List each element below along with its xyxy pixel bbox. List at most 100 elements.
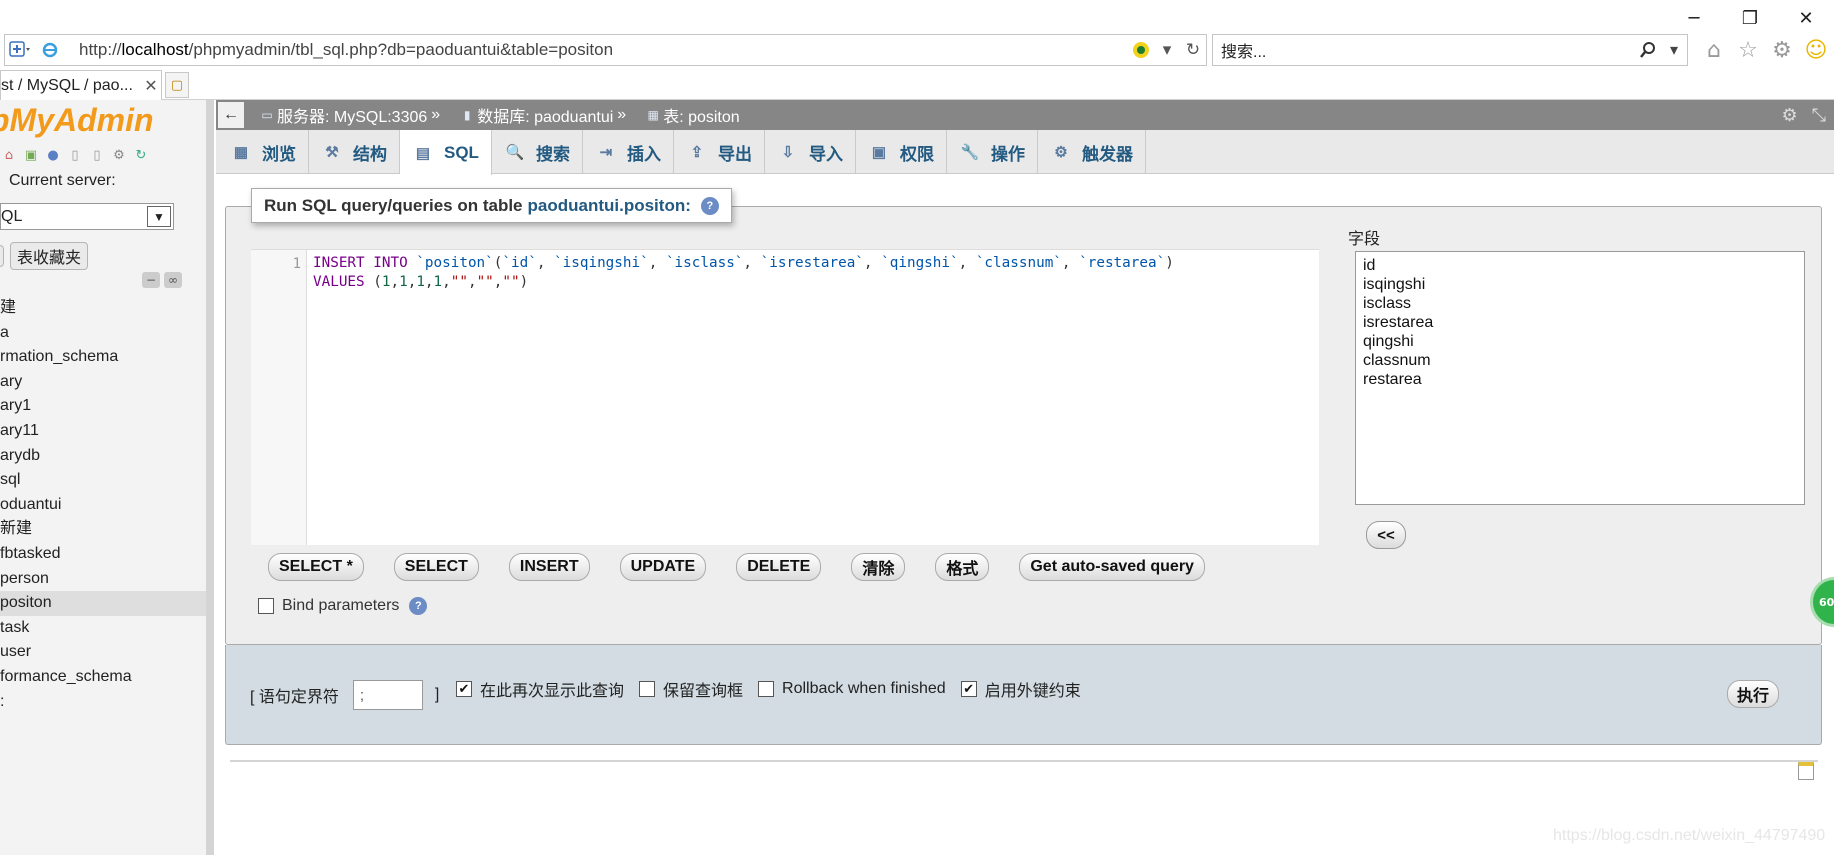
field-option[interactable]: isrestarea xyxy=(1363,313,1797,332)
query-button-0[interactable]: SELECT * xyxy=(268,553,364,581)
tab-7[interactable]: ▣ 权限 xyxy=(856,130,947,174)
database-tree-item[interactable]: a xyxy=(0,321,206,346)
phpmyadmin-logo[interactable]: pMyAdmin xyxy=(0,102,154,139)
collapse-all-icon[interactable]: − xyxy=(142,272,160,288)
database-tree-item[interactable]: formance_schema xyxy=(0,665,206,690)
query-button-6[interactable]: 格式 xyxy=(935,553,990,581)
option-checkbox[interactable] xyxy=(639,681,656,697)
tab-8[interactable]: 🔧 操作 xyxy=(947,130,1038,174)
tab-close-icon[interactable]: ✕ xyxy=(141,76,161,96)
nav-icon-bar: ⌂ ▣ ● ▯ ▯ ⚙ ↻ xyxy=(0,146,150,164)
query-button-3[interactable]: UPDATE xyxy=(619,553,707,581)
smiley-feedback-icon[interactable]: ☺ xyxy=(1802,36,1830,64)
sql-code[interactable]: INSERT INTO `positon`(`id`, `isqingshi`,… xyxy=(313,254,1174,292)
help-icon[interactable]: ? xyxy=(700,196,719,215)
home-icon[interactable]: ⌂ xyxy=(0,146,18,164)
search-icon[interactable] xyxy=(1635,41,1661,59)
query-button-4[interactable]: DELETE xyxy=(736,553,822,581)
query-button-1[interactable]: SELECT xyxy=(393,553,479,581)
database-tree-item[interactable]: rmation_schema xyxy=(0,345,206,370)
query-button-2[interactable]: INSERT xyxy=(508,553,590,581)
link-icon[interactable]: ∞ xyxy=(164,272,182,288)
tab-6[interactable]: ⇩ 导入 xyxy=(765,130,856,174)
new-tab-button[interactable]: ▢ xyxy=(165,72,189,98)
settings-icon[interactable]: ⚙ xyxy=(110,146,128,164)
url-text[interactable]: http://localhost/phpmyadmin/tbl_sql.php?… xyxy=(79,40,1128,60)
tab-3[interactable]: 🔍 搜索 xyxy=(492,130,583,174)
restore-button[interactable]: ❐ xyxy=(1722,0,1778,36)
fields-listbox[interactable]: id isqingshi isclass isrestarea qingshi class… xyxy=(1355,251,1805,505)
console-icon[interactable] xyxy=(1798,762,1814,780)
tab-1[interactable]: ⚒ 结构 xyxy=(309,130,400,174)
breadcrumb-server[interactable]: ▭ 服务器: MySQL:3306 xyxy=(258,103,427,127)
gear-icon[interactable]: ⚙ xyxy=(1768,36,1796,64)
help-icon[interactable]: ● xyxy=(44,146,62,164)
sql-editor[interactable]: 1 INSERT INTO `positon`(`id`, `isqingshi… xyxy=(251,249,1319,545)
logout-icon[interactable]: ▣ xyxy=(22,146,40,164)
database-tree-item[interactable]: : xyxy=(0,690,206,715)
field-option[interactable]: classnum xyxy=(1363,351,1797,370)
bind-parameters-checkbox[interactable] xyxy=(258,598,274,614)
collapse-icon[interactable]: ⤡ xyxy=(1812,105,1826,126)
compat-view-icon[interactable] xyxy=(5,37,35,63)
field-option[interactable]: id xyxy=(1363,256,1797,275)
refresh-icon[interactable]: ↻ xyxy=(1180,37,1206,63)
tab-icon: ⚙ xyxy=(1054,144,1068,161)
tab-9[interactable]: ⚙ 触发器 xyxy=(1038,130,1146,174)
database-tree-item[interactable]: arydb xyxy=(0,444,206,469)
query-button-7[interactable]: Get auto-saved query xyxy=(1019,553,1205,581)
database-tree-item[interactable]: fbtasked xyxy=(0,542,206,567)
home-icon[interactable]: ⌂ xyxy=(1700,36,1728,64)
back-arrow-icon[interactable]: ← xyxy=(218,102,244,128)
database-tree-item[interactable]: person xyxy=(0,567,206,592)
favorites-button[interactable]: 表收藏夹 xyxy=(10,242,89,270)
tab-5[interactable]: ⇪ 导出 xyxy=(674,130,765,174)
database-tree-item[interactable]: task xyxy=(0,616,206,641)
recent-button-stub[interactable] xyxy=(0,245,4,267)
copy-icon[interactable]: ▯ xyxy=(88,146,106,164)
close-window-button[interactable]: ✕ xyxy=(1778,0,1834,36)
database-tree-item[interactable]: ary xyxy=(0,370,206,395)
query-button-5[interactable]: 清除 xyxy=(851,553,906,581)
tab-4[interactable]: ⇥ 插入 xyxy=(583,130,674,174)
address-bar[interactable]: http://localhost/phpmyadmin/tbl_sql.php?… xyxy=(4,34,1207,66)
field-option[interactable]: isclass xyxy=(1363,294,1797,313)
database-tree-item[interactable]: oduantui xyxy=(0,493,206,518)
field-option[interactable]: isqingshi xyxy=(1363,275,1797,294)
option-checkbox[interactable]: ✔ xyxy=(456,681,472,697)
chevron-down-icon[interactable]: ▾ xyxy=(1661,40,1687,60)
tab-icon: ▦ xyxy=(233,144,249,161)
server-select[interactable]: QL ▼ xyxy=(0,203,174,230)
database-tree-item[interactable]: ary1 xyxy=(0,394,206,419)
query-option: ✔ 启用外键约束 xyxy=(960,677,1081,701)
help-icon[interactable]: ? xyxy=(409,597,428,615)
shield-icon[interactable] xyxy=(1128,37,1154,63)
dropdown-arrow-icon[interactable]: ▾ xyxy=(1154,37,1180,63)
field-option[interactable]: restarea xyxy=(1363,370,1797,389)
database-tree-item[interactable]: ary11 xyxy=(0,419,206,444)
breadcrumb-database[interactable]: ▮ 数据库: paoduantui xyxy=(458,103,613,127)
field-option[interactable]: qingshi xyxy=(1363,332,1797,351)
database-tree-item[interactable]: sql xyxy=(0,468,206,493)
browser-search-input[interactable]: 搜索... ▾ xyxy=(1212,34,1688,66)
reload-icon[interactable]: ↻ xyxy=(132,146,150,164)
tab-0[interactable]: ▦ 浏览 xyxy=(218,130,309,174)
go-button[interactable]: 执行 xyxy=(1727,680,1779,708)
database-tree-item[interactable]: user xyxy=(0,640,206,665)
option-checkbox[interactable] xyxy=(758,681,775,697)
tab-2[interactable]: ▤ SQL xyxy=(400,130,492,175)
insert-field-button[interactable]: << xyxy=(1366,521,1406,549)
delimiter-input[interactable] xyxy=(352,680,423,710)
favorites-star-icon[interactable]: ☆ xyxy=(1734,36,1762,64)
breadcrumb-table[interactable]: ▦ 表: positon xyxy=(644,103,740,127)
option-checkbox[interactable]: ✔ xyxy=(960,681,977,697)
database-tree-item[interactable]: 新建 xyxy=(0,517,206,542)
settings-gear-icon[interactable]: ⚙ xyxy=(1781,105,1797,126)
minimize-button[interactable]: ─ xyxy=(1666,0,1722,36)
database-tree-item[interactable]: 建 xyxy=(0,296,206,321)
browser-tab-active[interactable]: st / MySQL / pao... ✕ xyxy=(0,70,162,100)
database-tree-item[interactable]: positon xyxy=(0,591,206,616)
docs-icon[interactable]: ▯ xyxy=(66,146,84,164)
legend-table-link[interactable]: paoduantui.positon: xyxy=(528,196,691,216)
chevron-down-icon[interactable]: ▼ xyxy=(147,206,171,227)
